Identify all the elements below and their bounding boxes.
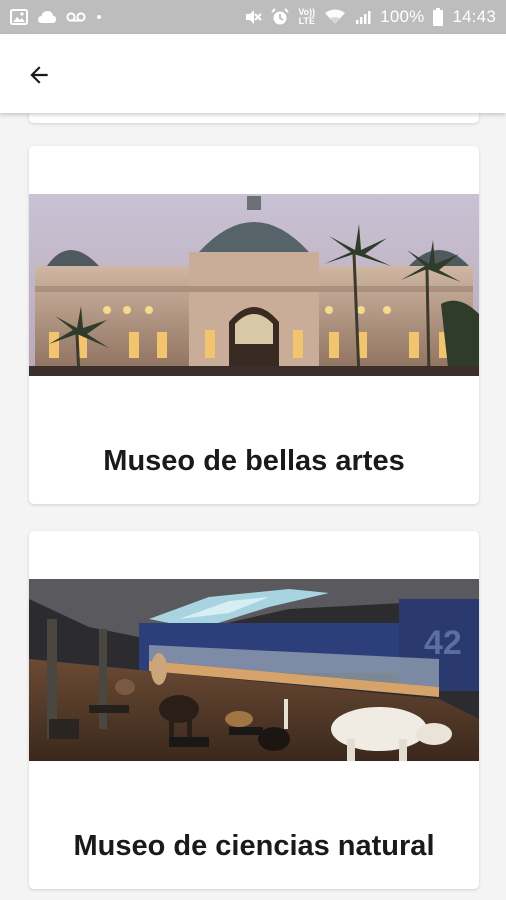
museum-ciencias-natural-photo: 42 [29, 579, 479, 761]
museum-title: Museo de ciencias natural [73, 830, 435, 862]
svg-text:42: 42 [424, 624, 462, 662]
status-bar: Vo)) LTE 100% 14:43 [0, 0, 506, 34]
status-left [10, 9, 103, 25]
mute-icon [244, 8, 263, 26]
image-icon [10, 9, 28, 25]
wifi-icon [324, 9, 346, 25]
museum-list[interactable]: Museo de bellas artes 42 Museo de cienci… [0, 93, 506, 900]
museum-card[interactable]: 42 Museo de ciencias natural [29, 531, 479, 889]
clock: 14:43 [452, 7, 496, 26]
signal-icon [355, 9, 371, 25]
back-button[interactable] [20, 56, 58, 94]
battery-icon [433, 8, 444, 26]
screen: Vo)) LTE 100% 14:43 Museo de bellas arte… [0, 0, 506, 900]
status-right: Vo)) LTE 100% 14:43 [244, 7, 496, 27]
voicemail-icon [66, 11, 86, 23]
museum-card[interactable]: Museo de bellas artes [29, 146, 479, 504]
dot-icon [95, 13, 103, 21]
battery-percentage: 100% [380, 7, 425, 26]
cloud-icon [37, 10, 57, 24]
museum-bellas-artes-photo [29, 194, 479, 376]
alarm-icon [271, 8, 290, 26]
volte-icon: Vo)) LTE [298, 7, 316, 26]
museum-title: Museo de bellas artes [103, 445, 405, 477]
app-bar [0, 34, 506, 113]
arrow-back-icon[interactable] [26, 62, 52, 88]
